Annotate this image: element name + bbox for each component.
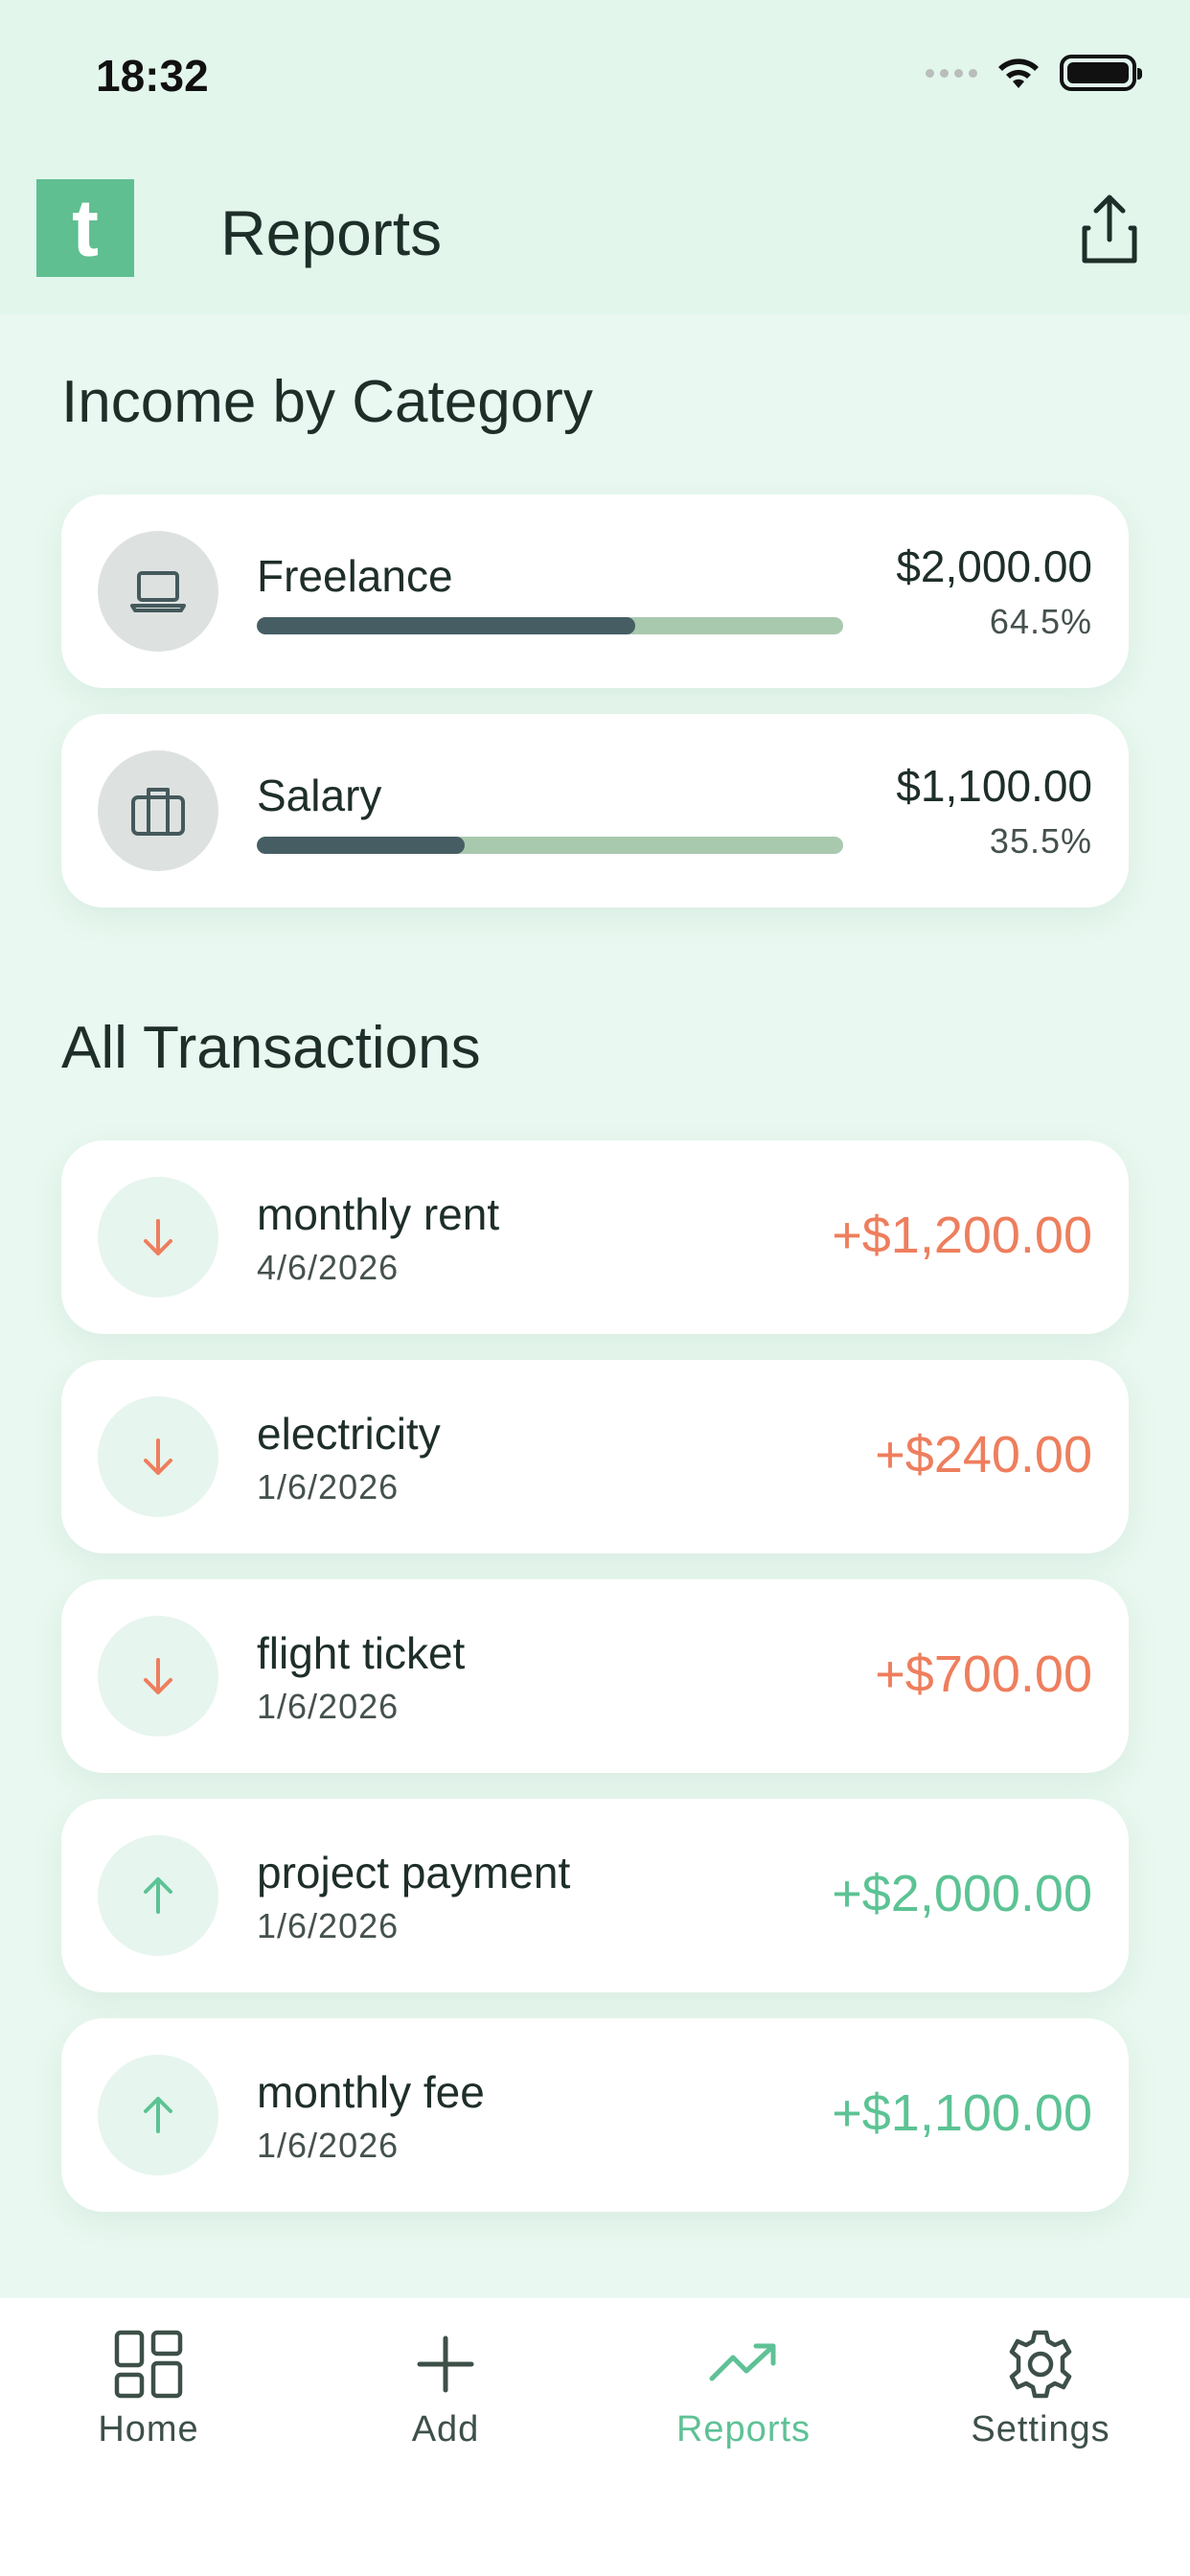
transaction-row[interactable]: flight ticket 1/6/2026 +$700.00 [61,1579,1129,1773]
cellular-signal-icon [926,68,977,78]
transaction-row[interactable]: monthly rent 4/6/2026 +$1,200.00 [61,1140,1129,1334]
gear-icon [1009,2330,1072,2399]
transaction-date: 1/6/2026 [257,1687,400,1726]
arrow-down-icon [98,1616,218,1736]
nav-add-label: Add [411,2409,480,2450]
transaction-name: electricity [257,1409,441,1459]
transaction-row[interactable]: electricity 1/6/2026 +$240.00 [61,1360,1129,1553]
status-time: 18:32 [96,51,209,101]
category-card-salary[interactable]: Salary $1,100.00 35.5% [61,714,1129,908]
category-progress-bar [257,617,843,634]
category-card-freelance[interactable]: Freelance $2,000.00 64.5% [61,494,1129,688]
page-title: Reports [220,197,443,268]
transaction-date: 1/6/2026 [257,1906,400,1945]
transaction-date: 4/6/2026 [257,1248,400,1287]
category-percent: 35.5% [989,821,1092,861]
transactions-section-title: All Transactions [61,1015,481,1081]
trending-up-icon [709,2343,776,2381]
grid-icon [114,2330,183,2399]
transaction-name: monthly rent [257,1189,500,1239]
status-icons [926,54,1142,92]
transaction-amount: +$1,200.00 [832,1207,1092,1264]
wifi-icon [998,58,1039,88]
arrow-up-icon [98,2055,218,2175]
transaction-amount: +$2,000.00 [832,1865,1092,1922]
category-name: Salary [257,770,382,820]
laptop-icon [98,531,218,652]
transaction-name: flight ticket [257,1628,466,1678]
transaction-name: monthly fee [257,2067,485,2117]
transaction-date: 1/6/2026 [257,1467,400,1506]
category-name: Freelance [257,551,453,601]
battery-icon [1060,55,1142,91]
transaction-row[interactable]: project payment 1/6/2026 +$2,000.00 [61,1799,1129,1992]
category-amount: $2,000.00 [896,541,1092,591]
transaction-amount: +$1,100.00 [832,2084,1092,2142]
nav-reports-label: Reports [675,2409,812,2450]
income-section-title: Income by Category [61,369,593,435]
arrow-down-icon [98,1396,218,1517]
transaction-row[interactable]: monthly fee 1/6/2026 +$1,100.00 [61,2018,1129,2212]
briefcase-icon [98,750,218,871]
nav-home[interactable]: Home [34,2327,263,2450]
nav-reports[interactable]: Reports [629,2327,858,2450]
category-progress-fill [257,617,635,634]
share-icon[interactable] [1071,190,1148,270]
category-progress-bar [257,837,843,854]
nav-settings[interactable]: Settings [926,2327,1156,2450]
transaction-amount: +$700.00 [875,1645,1092,1703]
nav-home-label: Home [98,2409,199,2450]
nav-add[interactable]: Add [331,2327,561,2450]
transaction-date: 1/6/2026 [257,2126,400,2165]
arrow-up-icon [98,1835,218,1956]
arrow-down-icon [98,1177,218,1298]
nav-settings-label: Settings [971,2409,1110,2450]
plus-icon [417,2335,474,2393]
transaction-name: project payment [257,1848,571,1898]
category-percent: 64.5% [989,602,1092,641]
bottom-nav: Home Add Reports Settings [0,2298,1190,2576]
transaction-amount: +$240.00 [875,1426,1092,1484]
category-progress-fill [257,837,466,854]
category-amount: $1,100.00 [896,761,1092,811]
app-logo: t [36,179,134,277]
top-bar: 18:32 t Reports [0,0,1190,314]
